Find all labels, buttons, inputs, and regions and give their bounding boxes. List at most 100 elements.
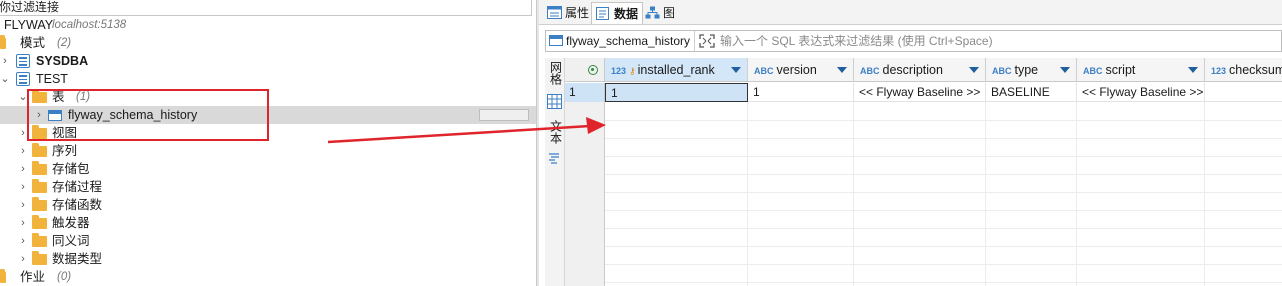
grid-line: [1204, 102, 1205, 286]
tree-item-triggers[interactable]: › 触发器: [0, 214, 536, 232]
grid-line: [605, 264, 1282, 265]
properties-icon: [547, 6, 562, 19]
chevron-right-icon[interactable]: ›: [18, 250, 28, 268]
database-navigator: 你过滤连接 FLYWAY localhost:5138 ⌄ 模式 (2) › S…: [0, 0, 536, 286]
tree-item-label: 序列: [52, 144, 78, 158]
grid-cell[interactable]: BASELINE: [986, 83, 1077, 102]
tree-item-label: 模式: [20, 36, 46, 50]
folder-icon: [0, 269, 6, 283]
chevron-down-icon[interactable]: ⌄: [0, 70, 10, 88]
tree-item-jobs[interactable]: 作业 (0): [0, 268, 536, 286]
row-number-gutter: [565, 102, 605, 286]
filter-input[interactable]: 输入一个 SQL 表达式来过滤结果 (使用 Ctrl+Space): [720, 31, 993, 51]
column-header-description[interactable]: ABC description: [854, 58, 986, 82]
column-header-version[interactable]: ABC version: [748, 58, 854, 82]
chevron-right-icon[interactable]: ›: [18, 196, 28, 214]
folder-icon: [32, 143, 47, 157]
tab-label: 属性: [565, 6, 590, 20]
grid-line: [747, 102, 748, 286]
result-filter-bar: flyway_schema_history 输入一个 SQL 表达式来过滤结果 …: [545, 30, 1282, 52]
tab-label: 数据: [614, 7, 639, 21]
grid-cell[interactable]: << Flyway Baseline >>: [854, 83, 986, 102]
annotation-highlight-box: [27, 89, 269, 141]
tree-item-label: 触发器: [52, 216, 90, 230]
text-type-icon: ABC: [754, 66, 774, 76]
folder-icon: [32, 161, 47, 175]
folder-icon: [32, 233, 47, 247]
grid-view-toggle[interactable]: 网格: [546, 61, 564, 88]
chevron-right-icon[interactable]: ›: [18, 232, 28, 250]
connection-host: localhost:5138: [52, 19, 127, 31]
folder-icon: [32, 179, 47, 193]
number-type-icon: 123: [1211, 66, 1227, 76]
grid-cell[interactable]: 1: [605, 83, 748, 102]
filter-table-selector[interactable]: flyway_schema_history: [546, 31, 696, 51]
column-header-checksum[interactable]: 123 checksum: [1205, 58, 1282, 82]
chevron-right-icon[interactable]: ›: [18, 214, 28, 232]
grid-line: [605, 246, 1282, 247]
chevron-right-icon[interactable]: ›: [0, 52, 10, 70]
editor-tab-bar: 属性 数据 图: [539, 0, 1282, 25]
tree-item-schemas[interactable]: ⌄ 模式 (2): [0, 34, 536, 52]
grid-line: [605, 156, 1282, 157]
grid-line: [605, 120, 1282, 121]
column-name: checksum: [1229, 63, 1282, 77]
text-format-icon[interactable]: [548, 152, 561, 165]
grid-cell[interactable]: 1: [748, 83, 854, 102]
tree-item-procedures[interactable]: › 存储过程: [0, 178, 536, 196]
connection-name: FLYWAY: [4, 18, 54, 32]
column-header-script[interactable]: ABC script: [1077, 58, 1205, 82]
text-type-icon: ABC: [1083, 66, 1103, 76]
grid-line: [605, 174, 1282, 175]
sort-caret-icon[interactable]: [969, 67, 979, 73]
connection-filter-input[interactable]: 你过滤连接: [0, 0, 532, 16]
grid-line: [605, 138, 1282, 139]
data-icon: [596, 7, 609, 20]
tree-item-functions[interactable]: › 存储函数: [0, 196, 536, 214]
tab-data[interactable]: 数据: [591, 2, 644, 24]
tree-item-label: 存储包: [52, 162, 90, 176]
column-header-type[interactable]: ABC type: [986, 58, 1077, 82]
column-header-installed-rank[interactable]: 123 ⚷ installed_rank: [605, 58, 748, 82]
grid-line: [985, 102, 986, 286]
column-name: type: [1014, 63, 1039, 77]
tree-item-label: 同义词: [52, 234, 90, 248]
column-name: script: [1105, 63, 1136, 77]
connection-item[interactable]: FLYWAY localhost:5138: [0, 16, 536, 34]
grid-icon[interactable]: [547, 94, 562, 109]
folder-icon: [32, 215, 47, 229]
sort-caret-icon[interactable]: [731, 67, 741, 73]
sort-caret-icon[interactable]: [1188, 67, 1198, 73]
expand-icon[interactable]: [699, 34, 715, 48]
grid-line: [605, 228, 1282, 229]
row-number[interactable]: 1: [565, 83, 605, 102]
tree-item-test[interactable]: ⌄ TEST: [0, 70, 536, 88]
grid-line: [605, 192, 1282, 193]
grid-corner[interactable]: [565, 58, 605, 82]
tree-item-packages[interactable]: › 存储包: [0, 160, 536, 178]
presentation-toolbar: 网格 文本: [545, 58, 565, 286]
chevron-right-icon[interactable]: ›: [18, 160, 28, 178]
sort-caret-icon[interactable]: [837, 67, 847, 73]
tree-item-datatypes[interactable]: › 数据类型: [0, 250, 536, 268]
tab-diagram[interactable]: 图: [641, 2, 679, 24]
tree-item-sequences[interactable]: › 序列: [0, 142, 536, 160]
diagram-icon: [645, 6, 660, 19]
column-name: description: [882, 63, 943, 77]
row-status-icon: [588, 65, 598, 75]
folder-icon: [0, 35, 6, 49]
tree-item-synonyms[interactable]: › 同义词: [0, 232, 536, 250]
tree-item-sysdba[interactable]: › SYSDBA: [0, 52, 536, 70]
horizontal-scrollbar[interactable]: [479, 109, 529, 121]
chevron-right-icon[interactable]: ›: [18, 178, 28, 196]
sort-caret-icon[interactable]: [1060, 67, 1070, 73]
folder-icon: [32, 197, 47, 211]
grid-view-label: 网格: [548, 61, 563, 85]
grid-cell[interactable]: << Flyway Baseline >>: [1077, 83, 1205, 102]
text-view-toggle[interactable]: 文本: [546, 120, 564, 147]
schema-icon: [16, 54, 30, 68]
tab-properties[interactable]: 属性: [543, 2, 593, 24]
chevron-right-icon[interactable]: ›: [18, 142, 28, 160]
text-type-icon: ABC: [860, 66, 880, 76]
grid-cell[interactable]: [1205, 83, 1282, 102]
